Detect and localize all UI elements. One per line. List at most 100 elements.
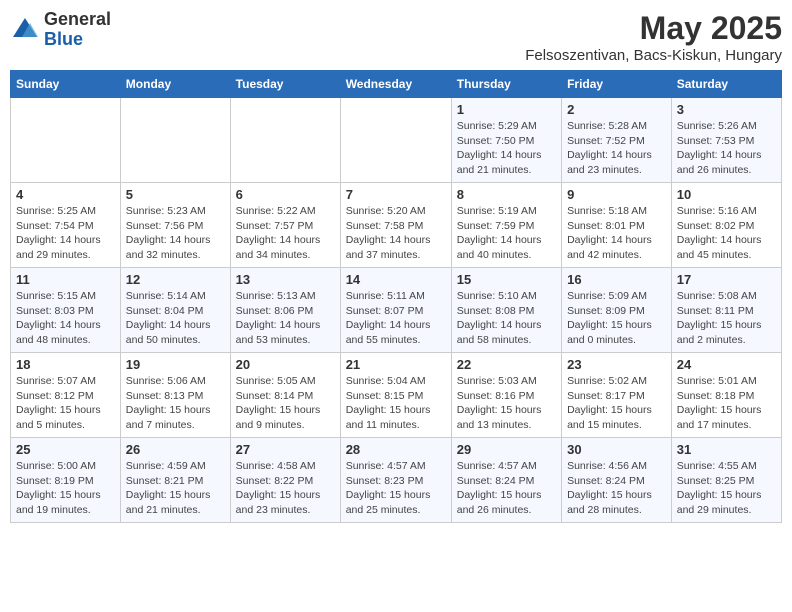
day-number: 20: [236, 357, 335, 372]
calendar-day-cell: 9 Sunrise: 5:18 AM Sunset: 8:01 PM Daylig…: [562, 183, 672, 268]
day-number: 18: [16, 357, 115, 372]
day-number: 28: [346, 442, 446, 457]
day-number: 26: [126, 442, 225, 457]
day-info: Sunrise: 5:06 AM Sunset: 8:13 PM Dayligh…: [126, 374, 225, 433]
calendar-day-cell: 30 Sunrise: 4:56 AM Sunset: 8:24 PM Dayli…: [562, 438, 672, 523]
calendar-day-cell: [230, 98, 340, 183]
calendar-day-cell: [120, 98, 230, 183]
day-number: 25: [16, 442, 115, 457]
day-number: 7: [346, 187, 446, 202]
calendar-day-cell: 25Sunrise: 5:00 AM Sunset: 8:19 PM Dayli…: [11, 438, 121, 523]
calendar-day-header: Monday: [120, 71, 230, 98]
calendar-day-cell: [11, 98, 121, 183]
day-number: 23: [567, 357, 666, 372]
day-number: 13: [236, 272, 335, 287]
day-info: Sunrise: 5:22 AM Sunset: 7:57 PM Dayligh…: [236, 204, 335, 263]
day-number: 21: [346, 357, 446, 372]
day-info: Sunrise: 5:18 AM Sunset: 8:01 PM Dayligh…: [567, 204, 666, 263]
day-info: Sunrise: 5:03 AM Sunset: 8:16 PM Dayligh…: [457, 374, 556, 433]
calendar-day-cell: 13 Sunrise: 5:13 AM Sunset: 8:06 PM Dayli…: [230, 268, 340, 353]
day-number: 3: [677, 102, 776, 117]
calendar-day-cell: 5 Sunrise: 5:23 AM Sunset: 7:56 PM Daylig…: [120, 183, 230, 268]
day-info: Sunrise: 5:23 AM Sunset: 7:56 PM Dayligh…: [126, 204, 225, 263]
calendar-day-cell: 22Sunrise: 5:03 AM Sunset: 8:16 PM Dayli…: [451, 353, 561, 438]
calendar-day-cell: 27 Sunrise: 4:58 AM Sunset: 8:22 PM Dayli…: [230, 438, 340, 523]
calendar-day-cell: [340, 98, 451, 183]
day-number: 15: [457, 272, 556, 287]
calendar-week-row: 1Sunrise: 5:29 AM Sunset: 7:50 PM Daylig…: [11, 98, 782, 183]
calendar-header-row: SundayMondayTuesdayWednesdayThursdayFrid…: [11, 71, 782, 98]
day-number: 9: [567, 187, 666, 202]
day-info: Sunrise: 5:13 AM Sunset: 8:06 PM Dayligh…: [236, 289, 335, 348]
page-header: General Blue May 2025 Felsoszentivan, Ba…: [10, 10, 782, 64]
calendar-week-row: 4 Sunrise: 5:25 AM Sunset: 7:54 PM Daylig…: [11, 183, 782, 268]
day-info: Sunrise: 5:29 AM Sunset: 7:50 PM Dayligh…: [457, 119, 556, 178]
day-info: Sunrise: 5:14 AM Sunset: 8:04 PM Dayligh…: [126, 289, 225, 348]
day-info: Sunrise: 4:58 AM Sunset: 8:22 PM Dayligh…: [236, 459, 335, 518]
day-info: Sunrise: 4:57 AM Sunset: 8:24 PM Dayligh…: [457, 459, 556, 518]
calendar-day-cell: 1Sunrise: 5:29 AM Sunset: 7:50 PM Daylig…: [451, 98, 561, 183]
day-info: Sunrise: 5:05 AM Sunset: 8:14 PM Dayligh…: [236, 374, 335, 433]
day-number: 11: [16, 272, 115, 287]
calendar-day-cell: 2 Sunrise: 5:28 AM Sunset: 7:52 PM Daylig…: [562, 98, 672, 183]
calendar-day-cell: 31Sunrise: 4:55 AM Sunset: 8:25 PM Dayli…: [671, 438, 781, 523]
calendar-day-cell: 15 Sunrise: 5:10 AM Sunset: 8:08 PM Dayli…: [451, 268, 561, 353]
calendar-week-row: 18Sunrise: 5:07 AM Sunset: 8:12 PM Dayli…: [11, 353, 782, 438]
day-number: 30: [567, 442, 666, 457]
calendar-day-cell: 10Sunrise: 5:16 AM Sunset: 8:02 PM Dayli…: [671, 183, 781, 268]
calendar-day-cell: 3 Sunrise: 5:26 AM Sunset: 7:53 PM Daylig…: [671, 98, 781, 183]
day-info: Sunrise: 4:56 AM Sunset: 8:24 PM Dayligh…: [567, 459, 666, 518]
calendar-table: SundayMondayTuesdayWednesdayThursdayFrid…: [10, 70, 782, 523]
day-info: Sunrise: 5:19 AM Sunset: 7:59 PM Dayligh…: [457, 204, 556, 263]
calendar-day-cell: 4 Sunrise: 5:25 AM Sunset: 7:54 PM Daylig…: [11, 183, 121, 268]
day-info: Sunrise: 5:25 AM Sunset: 7:54 PM Dayligh…: [16, 204, 115, 263]
day-number: 2: [567, 102, 666, 117]
calendar-day-cell: 29 Sunrise: 4:57 AM Sunset: 8:24 PM Dayli…: [451, 438, 561, 523]
day-info: Sunrise: 4:55 AM Sunset: 8:25 PM Dayligh…: [677, 459, 776, 518]
day-number: 27: [236, 442, 335, 457]
logo-icon: [10, 15, 40, 45]
title-block: May 2025 Felsoszentivan, Bacs-Kiskun, Hu…: [525, 10, 782, 64]
calendar-day-header: Wednesday: [340, 71, 451, 98]
day-number: 19: [126, 357, 225, 372]
month-title: May 2025: [525, 10, 782, 47]
calendar-day-cell: 26Sunrise: 4:59 AM Sunset: 8:21 PM Dayli…: [120, 438, 230, 523]
calendar-day-cell: 14Sunrise: 5:11 AM Sunset: 8:07 PM Dayli…: [340, 268, 451, 353]
calendar-day-cell: 24 Sunrise: 5:01 AM Sunset: 8:18 PM Dayli…: [671, 353, 781, 438]
logo-general-text: General: [44, 10, 111, 30]
day-info: Sunrise: 5:08 AM Sunset: 8:11 PM Dayligh…: [677, 289, 776, 348]
day-info: Sunrise: 5:20 AM Sunset: 7:58 PM Dayligh…: [346, 204, 446, 263]
calendar-day-cell: 8 Sunrise: 5:19 AM Sunset: 7:59 PM Daylig…: [451, 183, 561, 268]
logo: General Blue: [10, 10, 111, 50]
calendar-day-cell: 21Sunrise: 5:04 AM Sunset: 8:15 PM Dayli…: [340, 353, 451, 438]
day-number: 5: [126, 187, 225, 202]
day-info: Sunrise: 5:01 AM Sunset: 8:18 PM Dayligh…: [677, 374, 776, 433]
calendar-day-cell: 23Sunrise: 5:02 AM Sunset: 8:17 PM Dayli…: [562, 353, 672, 438]
day-info: Sunrise: 5:09 AM Sunset: 8:09 PM Dayligh…: [567, 289, 666, 348]
day-number: 4: [16, 187, 115, 202]
logo-blue-text: Blue: [44, 30, 111, 50]
calendar-day-cell: 6 Sunrise: 5:22 AM Sunset: 7:57 PM Daylig…: [230, 183, 340, 268]
day-info: Sunrise: 5:26 AM Sunset: 7:53 PM Dayligh…: [677, 119, 776, 178]
day-number: 29: [457, 442, 556, 457]
location-subtitle: Felsoszentivan, Bacs-Kiskun, Hungary: [525, 47, 782, 64]
calendar-day-cell: 28 Sunrise: 4:57 AM Sunset: 8:23 PM Dayli…: [340, 438, 451, 523]
calendar-day-cell: 18Sunrise: 5:07 AM Sunset: 8:12 PM Dayli…: [11, 353, 121, 438]
calendar-day-header: Thursday: [451, 71, 561, 98]
day-number: 17: [677, 272, 776, 287]
day-info: Sunrise: 5:16 AM Sunset: 8:02 PM Dayligh…: [677, 204, 776, 263]
calendar-day-cell: 7 Sunrise: 5:20 AM Sunset: 7:58 PM Daylig…: [340, 183, 451, 268]
day-info: Sunrise: 5:28 AM Sunset: 7:52 PM Dayligh…: [567, 119, 666, 178]
day-number: 24: [677, 357, 776, 372]
day-info: Sunrise: 5:10 AM Sunset: 8:08 PM Dayligh…: [457, 289, 556, 348]
calendar-day-header: Sunday: [11, 71, 121, 98]
calendar-day-cell: 16 Sunrise: 5:09 AM Sunset: 8:09 PM Dayli…: [562, 268, 672, 353]
day-info: Sunrise: 4:57 AM Sunset: 8:23 PM Dayligh…: [346, 459, 446, 518]
day-number: 6: [236, 187, 335, 202]
day-number: 16: [567, 272, 666, 287]
calendar-day-cell: 20 Sunrise: 5:05 AM Sunset: 8:14 PM Dayli…: [230, 353, 340, 438]
calendar-day-cell: 11Sunrise: 5:15 AM Sunset: 8:03 PM Dayli…: [11, 268, 121, 353]
calendar-day-cell: 19 Sunrise: 5:06 AM Sunset: 8:13 PM Dayli…: [120, 353, 230, 438]
day-number: 8: [457, 187, 556, 202]
day-number: 14: [346, 272, 446, 287]
